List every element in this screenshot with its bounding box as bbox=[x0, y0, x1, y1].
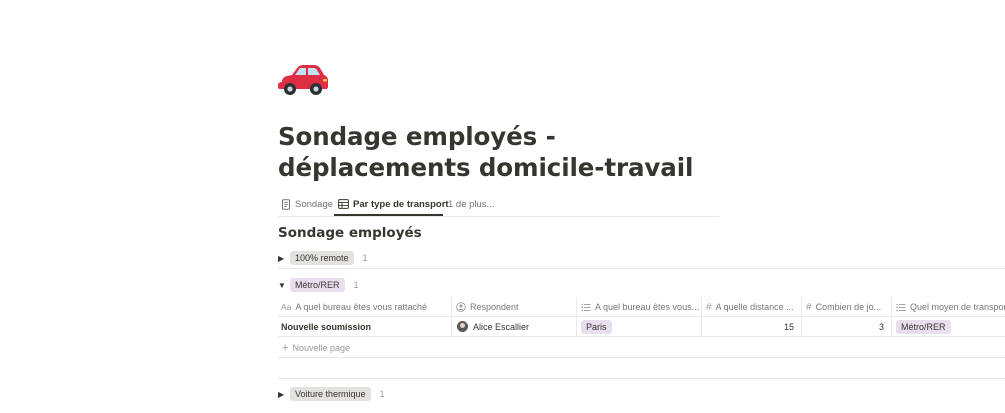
column-header-office[interactable]: A quel bureau êtes vous... bbox=[581, 300, 699, 314]
car-icon[interactable] bbox=[276, 62, 330, 96]
page-title[interactable]: Sondage employés - déplacements domicile… bbox=[278, 121, 738, 183]
column-header-distance[interactable]: # A quelle distance ... bbox=[706, 300, 798, 314]
table-icon bbox=[338, 199, 349, 209]
tab-par-type-de-transport[interactable]: Par type de transport bbox=[338, 193, 449, 215]
tab-label: Par type de transport bbox=[353, 198, 449, 210]
group-header-voiture-thermique[interactable]: ▶ Voiture thermique 1 bbox=[278, 386, 385, 402]
group-tag: Métro/RER bbox=[290, 278, 345, 292]
group-count: 1 bbox=[353, 280, 359, 290]
group-count: 1 bbox=[379, 389, 385, 399]
caret-down-icon[interactable]: ▼ bbox=[278, 281, 290, 290]
column-header-title[interactable]: Aa A quel bureau êtes vous rattaché bbox=[281, 300, 449, 314]
divider bbox=[278, 268, 1005, 269]
avatar bbox=[457, 321, 468, 332]
divider bbox=[278, 357, 1005, 358]
group-header-metro-rer[interactable]: ▼ Métro/RER 1 bbox=[278, 277, 359, 293]
divider bbox=[278, 336, 1005, 337]
cell-transport[interactable]: Métro/RER bbox=[896, 317, 1005, 336]
new-page-button[interactable]: + Nouvelle page bbox=[282, 341, 350, 355]
tab-label: 1 de plus... bbox=[448, 198, 495, 210]
group-tag: Voiture thermique bbox=[290, 387, 371, 401]
hash-icon: # bbox=[706, 301, 712, 313]
document-icon bbox=[281, 198, 291, 210]
office-tag: Paris bbox=[581, 319, 612, 334]
column-divider bbox=[891, 298, 892, 336]
active-tab-indicator bbox=[334, 214, 443, 216]
notion-page: Sondage employés - déplacements domicile… bbox=[0, 0, 1005, 413]
caret-right-icon[interactable]: ▶ bbox=[278, 254, 290, 263]
column-header-respondent[interactable]: Respondent bbox=[456, 300, 578, 314]
column-header-days[interactable]: # Combien de jo... bbox=[806, 300, 888, 314]
transport-tag: Métro/RER bbox=[896, 319, 951, 334]
tab-more-views[interactable]: 1 de plus... bbox=[448, 193, 494, 215]
column-divider bbox=[701, 298, 702, 336]
database-title[interactable]: Sondage employés bbox=[278, 225, 422, 241]
column-divider bbox=[801, 298, 802, 336]
column-divider bbox=[576, 298, 577, 336]
title-icon: Aa bbox=[281, 302, 292, 312]
tab-label: Sondage bbox=[295, 198, 334, 210]
column-divider bbox=[451, 298, 452, 336]
person-icon bbox=[456, 302, 466, 312]
group-tag: 100% remote bbox=[290, 251, 354, 265]
cell-title[interactable]: Nouvelle soumission bbox=[281, 317, 449, 336]
column-header-transport[interactable]: Quel moyen de transpor... bbox=[896, 300, 1005, 314]
tab-sondage[interactable]: Sondage bbox=[281, 193, 333, 215]
respondent-name: Alice Escallier bbox=[473, 321, 530, 332]
cell-respondent[interactable]: Alice Escallier bbox=[457, 317, 575, 336]
cell-office[interactable]: Paris bbox=[581, 317, 699, 336]
cell-days[interactable]: 3 bbox=[806, 317, 884, 336]
cell-distance[interactable]: 15 bbox=[706, 317, 794, 336]
list-icon bbox=[896, 303, 906, 312]
hash-icon: # bbox=[806, 301, 812, 313]
list-icon bbox=[581, 303, 591, 312]
caret-right-icon[interactable]: ▶ bbox=[278, 390, 290, 399]
plus-icon: + bbox=[282, 342, 289, 354]
group-header-100-remote[interactable]: ▶ 100% remote 1 bbox=[278, 250, 368, 266]
divider bbox=[278, 378, 1005, 379]
group-count: 1 bbox=[362, 253, 368, 263]
